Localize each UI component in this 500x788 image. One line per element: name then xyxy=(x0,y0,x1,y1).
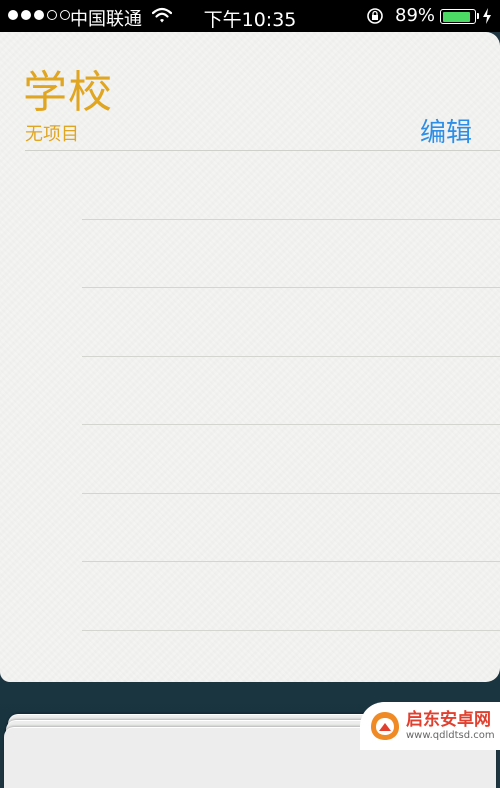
empty-row[interactable] xyxy=(82,562,500,631)
empty-row[interactable] xyxy=(82,288,500,357)
battery-percentage: 89% xyxy=(395,5,436,26)
status-bar: 中国联通 下午10:35 89% xyxy=(0,0,500,32)
empty-row[interactable] xyxy=(82,357,500,425)
rotation-lock-icon xyxy=(367,8,383,24)
empty-row[interactable] xyxy=(82,151,500,220)
watermark-text: 启东安卓网 www.qdldtsd.com xyxy=(406,711,495,741)
watermark: 启东安卓网 www.qdldtsd.com xyxy=(360,702,500,750)
charging-bolt-icon xyxy=(483,8,491,24)
watermark-name: 启东安卓网 xyxy=(406,710,491,731)
edit-button[interactable]: 编辑 xyxy=(420,112,472,149)
list-title: 学校 xyxy=(23,67,113,118)
reminder-list-card: 学校 无项目 编辑 xyxy=(0,32,500,682)
item-count-label: 无项目 xyxy=(25,124,79,145)
battery-tip xyxy=(477,13,479,19)
watermark-url: www.qdldtsd.com xyxy=(406,729,495,741)
empty-row[interactable] xyxy=(82,425,500,494)
empty-row[interactable] xyxy=(82,494,500,562)
empty-rows xyxy=(82,151,500,631)
watermark-logo-icon xyxy=(371,712,399,740)
battery-icon xyxy=(440,9,479,24)
empty-row[interactable] xyxy=(82,220,500,288)
battery-fill xyxy=(442,11,471,22)
